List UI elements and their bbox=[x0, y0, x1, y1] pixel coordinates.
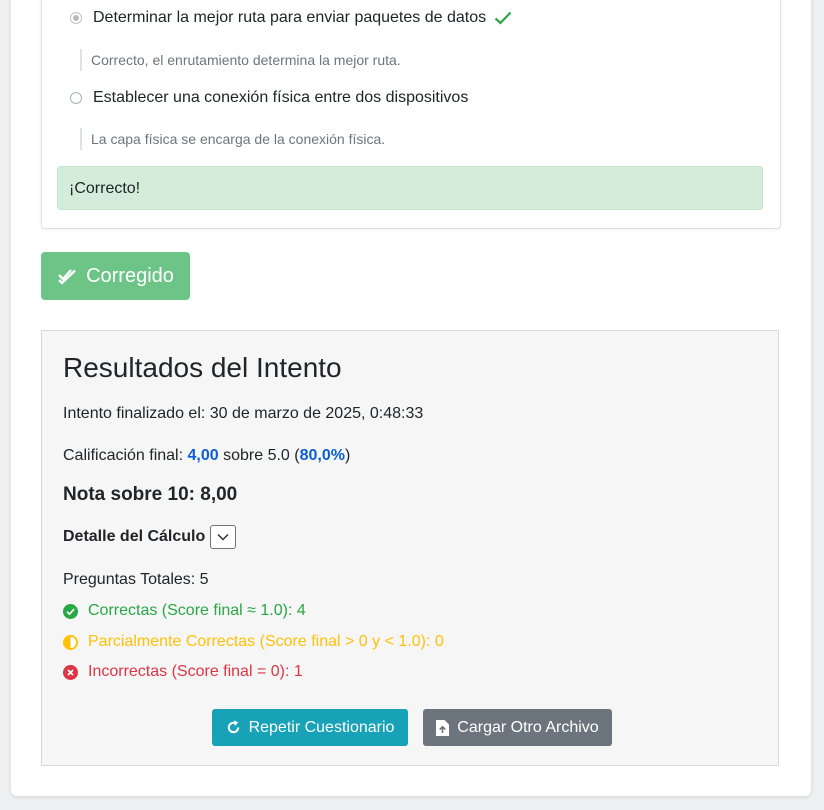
grade-suffix: ) bbox=[344, 447, 351, 464]
answer-option-label: Determinar la mejor ruta para enviar paq… bbox=[93, 9, 487, 26]
finished-label: Intento finalizado el: bbox=[63, 405, 206, 422]
corrected-button[interactable]: Corregido bbox=[41, 252, 190, 300]
load-file-button[interactable]: Cargar Otro Archivo bbox=[423, 709, 612, 746]
finished-date: 30 de marzo de 2025, 0:48:33 bbox=[209, 405, 424, 422]
grade-percent: 80,0% bbox=[299, 447, 345, 464]
grade-out-of: sobre 5.0 ( bbox=[223, 447, 300, 464]
check-icon bbox=[494, 11, 512, 25]
score-out-of-10: Nota sobre 10: 8,00 bbox=[63, 484, 238, 505]
results-title: Resultados del Intento bbox=[63, 352, 342, 383]
stat-partial-label: Parcialmente Correctas (Score final > 0 … bbox=[88, 633, 444, 650]
radio-selected[interactable] bbox=[70, 12, 82, 24]
results-panel: Resultados del Intento Intento finalizad… bbox=[41, 330, 779, 766]
repeat-quiz-label: Repetir Cuestionario bbox=[248, 718, 395, 736]
stat-incorrect-label: Incorrectas (Score final = 0): 1 bbox=[88, 663, 303, 680]
load-file-label: Cargar Otro Archivo bbox=[457, 718, 599, 736]
grade-value: 4,00 bbox=[187, 447, 219, 464]
total-questions: Preguntas Totales: 5 bbox=[63, 571, 209, 588]
stat-correct: Correctas (Score final ≈ 1.0): 4 bbox=[63, 602, 306, 620]
file-upload-icon bbox=[436, 719, 450, 736]
stat-incorrect: Incorrectas (Score final = 0): 1 bbox=[63, 663, 303, 681]
x-circle-icon bbox=[63, 664, 78, 680]
answer-option-1[interactable]: Determinar la mejor ruta para enviar paq… bbox=[70, 9, 512, 27]
answer-feedback: Correcto, el enrutamiento determina la m… bbox=[80, 49, 401, 71]
answer-option-2[interactable]: Establecer una conexión física entre dos… bbox=[70, 89, 468, 107]
redo-icon bbox=[227, 720, 239, 734]
detail-toggle-button[interactable] bbox=[210, 525, 237, 549]
chevron-down-icon bbox=[217, 533, 229, 541]
grade-line: Calificación final: 4,00 sobre 5.0 (80,0… bbox=[63, 447, 350, 465]
stat-correct-label: Correctas (Score final ≈ 1.0): 4 bbox=[88, 602, 306, 619]
check-circle-icon bbox=[63, 603, 78, 619]
detail-toggle-row: Detalle del Cálculo bbox=[63, 525, 237, 549]
repeat-quiz-button[interactable]: Repetir Cuestionario bbox=[212, 709, 408, 746]
double-check-icon bbox=[58, 269, 76, 285]
corrected-button-label: Corregido bbox=[86, 264, 174, 287]
result-alert: ¡Correcto! bbox=[57, 166, 763, 210]
half-circle-icon bbox=[63, 634, 78, 650]
answer-option-label: Establecer una conexión física entre dos… bbox=[93, 89, 469, 106]
grade-label: Calificación final: bbox=[63, 447, 184, 464]
finished-line: Intento finalizado el: 30 de marzo de 20… bbox=[63, 405, 423, 423]
radio-unselected[interactable] bbox=[70, 92, 82, 104]
answer-feedback: La capa física se encarga de la conexión… bbox=[80, 128, 385, 150]
stat-partial: Parcialmente Correctas (Score final > 0 … bbox=[63, 633, 444, 651]
detail-label: Detalle del Cálculo bbox=[63, 528, 206, 545]
